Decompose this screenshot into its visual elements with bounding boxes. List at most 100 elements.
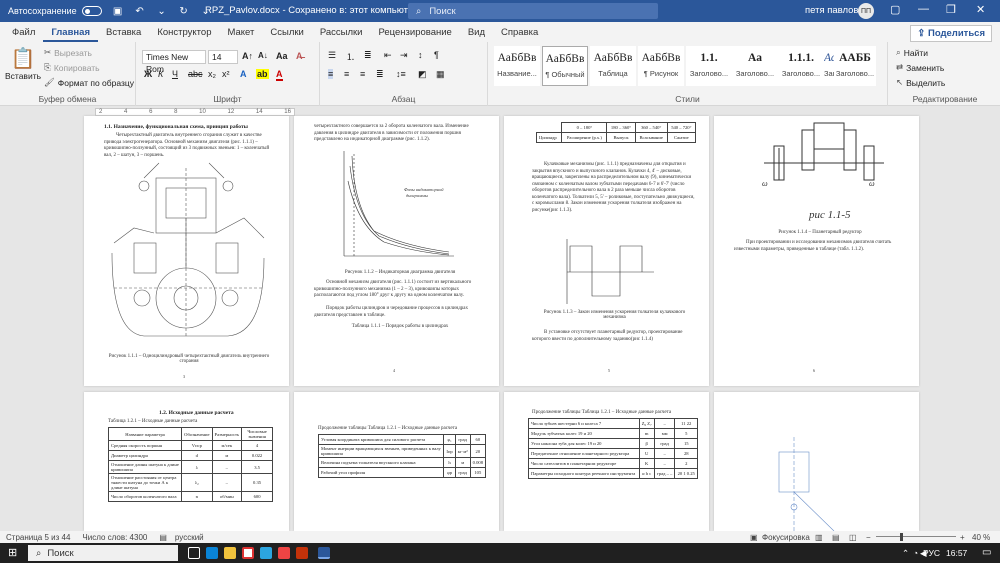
- superscript-icon[interactable]: x²: [222, 69, 230, 79]
- format-painter-button[interactable]: 🖌 Формат по образцу: [44, 77, 134, 88]
- word-icon[interactable]: [318, 547, 330, 559]
- chevron-down-icon[interactable]: ⌄: [156, 5, 168, 17]
- input-language[interactable]: РУС: [923, 548, 940, 558]
- page-count[interactable]: Страница 5 из 44: [6, 533, 70, 542]
- font-size-select[interactable]: 14: [208, 50, 238, 64]
- subscript-icon[interactable]: x₂: [208, 69, 216, 79]
- style-figure[interactable]: АаБбВв ¶ Рисунок: [638, 46, 684, 86]
- align-right-icon[interactable]: ≡: [360, 69, 365, 79]
- show-marks-icon[interactable]: ¶: [434, 50, 439, 60]
- minimize-icon[interactable]: —: [918, 3, 929, 15]
- style-heading-5[interactable]: ААББ Заголово...: [834, 46, 876, 86]
- sort-icon[interactable]: ↕: [418, 50, 423, 60]
- print-layout-icon[interactable]: ▤: [832, 533, 840, 542]
- style-table[interactable]: АаБбВв Таблица: [590, 46, 636, 86]
- style-normal[interactable]: АаБбВв ¶ Обычный: [542, 46, 588, 86]
- tab-file[interactable]: Файл: [4, 27, 43, 42]
- search-input[interactable]: ⌕ Поиск: [408, 3, 658, 19]
- clear-formatting-icon[interactable]: A̶: [296, 51, 303, 61]
- multilevel-list-icon[interactable]: ≣: [364, 50, 372, 61]
- style-heading-2[interactable]: Аа Заголово...: [732, 46, 778, 86]
- notifications-icon[interactable]: ▭: [982, 547, 991, 558]
- network-icon[interactable]: ◔: [913, 548, 918, 558]
- style-title[interactable]: АаБбВв Название...: [494, 46, 540, 86]
- document-page[interactable]: 0 – 180° 180 – 360° 360 – 540° 540 – 720…: [504, 116, 709, 386]
- grow-font-icon[interactable]: A↑: [242, 51, 253, 61]
- increase-indent-icon[interactable]: ⇥: [400, 50, 408, 61]
- maximize-icon[interactable]: ❐: [946, 3, 956, 16]
- shading-icon[interactable]: ◩: [418, 69, 427, 80]
- find-button[interactable]: ⌕ Найти: [896, 47, 928, 58]
- save-icon[interactable]: ▣: [112, 5, 124, 17]
- share-button[interactable]: ⇪ Поделиться: [910, 25, 992, 42]
- file-explorer-icon[interactable]: [224, 547, 236, 559]
- borders-icon[interactable]: ▦: [436, 69, 445, 80]
- document-page[interactable]: рис 1.1-5 ω ω Рисунок 1.1.4 – Планетарны…: [714, 116, 919, 386]
- document-title[interactable]: RPZ_Pavlov.docx - Сохранено в: этот комп…: [205, 5, 418, 16]
- language[interactable]: русский: [175, 533, 204, 542]
- bold-icon[interactable]: Ж: [144, 69, 152, 79]
- highlight-icon[interactable]: ab: [256, 69, 269, 79]
- zoom-in-icon[interactable]: +: [960, 533, 965, 542]
- tab-mailings[interactable]: Рассылки: [312, 27, 371, 42]
- tray-chevron-icon[interactable]: ⌃: [902, 548, 909, 559]
- zoom-out-icon[interactable]: −: [866, 533, 871, 542]
- task-view-icon[interactable]: [188, 547, 200, 559]
- proofing-icon[interactable]: ▤: [159, 533, 167, 542]
- horizontal-ruler[interactable]: 2 4 6 8 10 12 14 16: [95, 108, 295, 116]
- redo-icon[interactable]: ↻: [178, 5, 190, 17]
- tab-home[interactable]: Главная: [43, 27, 98, 42]
- strikethrough-icon[interactable]: abc: [188, 69, 203, 79]
- user-name[interactable]: петя павлов: [805, 5, 858, 16]
- bullets-icon[interactable]: ☰: [328, 50, 336, 61]
- tab-insert[interactable]: Вставка: [98, 27, 149, 42]
- tab-view[interactable]: Вид: [460, 27, 493, 42]
- undo-icon[interactable]: ↶: [134, 5, 146, 17]
- opera-icon[interactable]: [242, 547, 254, 559]
- justify-icon[interactable]: ≣: [376, 69, 384, 80]
- focus-mode[interactable]: Фокусировка: [762, 533, 810, 542]
- tab-help[interactable]: Справка: [493, 27, 546, 42]
- style-heading-1[interactable]: 1.1. Заголово...: [686, 46, 732, 86]
- ribbon-display-icon[interactable]: ▢: [890, 3, 900, 16]
- italic-icon[interactable]: К: [158, 69, 163, 79]
- cut-button[interactable]: ✂ Вырезать: [44, 47, 92, 58]
- document-page[interactable]: 1.2. Исходные данные расчета Таблица 1.2…: [84, 392, 289, 531]
- edge-icon[interactable]: [206, 547, 218, 559]
- text-effects-icon[interactable]: A: [240, 69, 247, 79]
- underline-icon[interactable]: Ч: [172, 69, 178, 79]
- taskbar-search-input[interactable]: ⌕ Поиск: [28, 545, 178, 561]
- font-color-icon[interactable]: A: [276, 69, 283, 81]
- windows-start-icon[interactable]: ⊞: [8, 546, 17, 559]
- autosave-toggle[interactable]: [81, 6, 102, 16]
- document-page[interactable]: Продолжение таблицы Таблица 1.2.1 – Исхо…: [504, 392, 709, 531]
- align-left-icon[interactable]: ≡: [328, 69, 334, 79]
- shrink-font-icon[interactable]: A↓: [258, 51, 268, 60]
- zoom-slider-thumb[interactable]: [900, 533, 903, 541]
- select-button[interactable]: ↖ Выделить: [896, 77, 945, 88]
- avatar[interactable]: ПП: [858, 3, 874, 19]
- tab-references[interactable]: Ссылки: [262, 27, 311, 42]
- telegram-icon[interactable]: [260, 547, 272, 559]
- change-case-icon[interactable]: Aa: [276, 51, 288, 61]
- document-page[interactable]: 1.1. Назначение, функциональная схема, п…: [84, 116, 289, 386]
- decrease-indent-icon[interactable]: ⇤: [384, 50, 392, 61]
- replace-button[interactable]: ⇄ Заменить: [896, 62, 944, 73]
- document-page[interactable]: четырехтактного совершается за 2 оборота…: [294, 116, 499, 386]
- document-page[interactable]: [714, 392, 919, 531]
- font-name-select[interactable]: Times New Rom: [142, 50, 206, 74]
- close-icon[interactable]: ✕: [976, 3, 985, 16]
- align-center-icon[interactable]: ≡: [344, 69, 349, 79]
- tab-review[interactable]: Рецензирование: [370, 27, 459, 42]
- document-page[interactable]: Продолжение таблицы Таблица 1.2.1 – Исхо…: [294, 392, 499, 531]
- copy-button[interactable]: ⎘ Копировать: [44, 62, 100, 73]
- style-heading-3[interactable]: 1.1.1. Заголово...: [778, 46, 824, 86]
- zoom-slider[interactable]: [876, 536, 956, 537]
- tab-layout[interactable]: Макет: [219, 27, 262, 42]
- powerpoint-icon[interactable]: [296, 547, 308, 559]
- web-layout-icon[interactable]: ◫: [849, 533, 857, 542]
- clock[interactable]: 16:57: [946, 548, 967, 558]
- focus-icon[interactable]: ▣: [750, 533, 758, 542]
- line-spacing-icon[interactable]: ↕≡: [396, 69, 406, 79]
- paste-button[interactable]: 📋 Вставить: [5, 46, 41, 81]
